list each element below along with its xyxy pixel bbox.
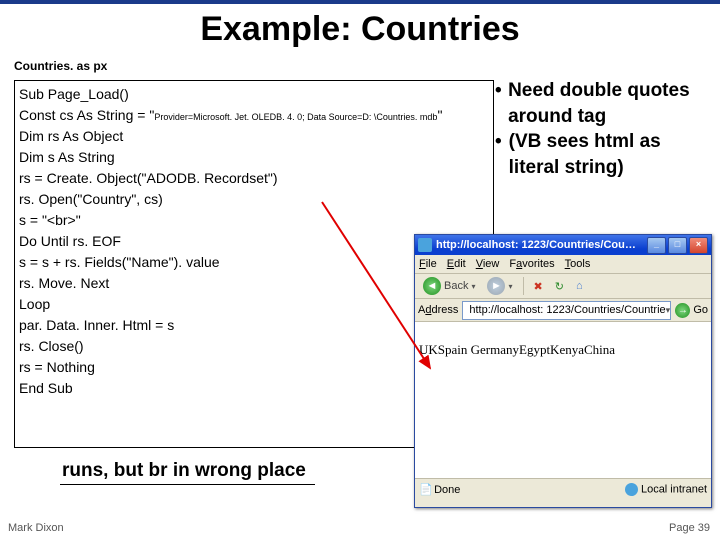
close-button[interactable]: × xyxy=(689,237,708,254)
address-input[interactable]: http://localhost: 1223/Countries/Countri… xyxy=(462,301,671,320)
back-icon: ◄ xyxy=(423,277,441,295)
status-left: 📄 Done xyxy=(419,483,460,496)
go-button[interactable]: → Go xyxy=(675,303,708,318)
back-button[interactable]: ◄ Back ▾ xyxy=(419,276,479,296)
code-line: Const cs As String = "Provider=Microsoft… xyxy=(19,105,489,126)
code-line: Sub Page_Load() xyxy=(19,84,489,105)
menu-view[interactable]: View xyxy=(476,258,500,270)
slide-top-bar xyxy=(0,0,720,4)
browser-statusbar: 📄 Done Local intranet xyxy=(415,478,711,499)
home-icon: ⌂ xyxy=(576,280,583,292)
browser-menubar: File Edit View Favorites Tools xyxy=(415,255,711,274)
code-line: rs. Open("Country", cs) xyxy=(19,189,489,210)
caption-underline xyxy=(60,484,315,485)
address-dropdown-icon[interactable]: ▾ xyxy=(666,305,671,316)
address-url: http://localhost: 1223/Countries/Countri… xyxy=(469,304,665,316)
code-filename-label: Countries. as px xyxy=(14,60,107,73)
browser-title-text: http://localhost: 1223/Countries/Cou… xyxy=(436,239,647,251)
zone-icon xyxy=(625,483,638,496)
code-line: Dim rs As Object xyxy=(19,126,489,147)
code-line: rs = Create. Object("ADODB. Recordset") xyxy=(19,168,489,189)
footer-author: Mark Dixon xyxy=(8,522,64,534)
bullet-dot-icon: • xyxy=(495,78,508,129)
bullet-dot-icon: • xyxy=(495,129,509,180)
bullet-item: • (VB sees html as literal string) xyxy=(495,129,715,180)
menu-favorites[interactable]: Favorites xyxy=(509,258,554,270)
maximize-button[interactable]: □ xyxy=(668,237,687,254)
address-bar: Address http://localhost: 1223/Countries… xyxy=(415,299,711,322)
stop-icon: ✖ xyxy=(534,280,543,293)
page-output: UKSpain GermanyEgyptKenyaChina xyxy=(419,342,615,357)
code-line: s = "<br>" xyxy=(19,210,489,231)
refresh-icon: ↻ xyxy=(555,280,564,293)
bullet-text: Need double quotes around tag xyxy=(508,78,715,129)
footer-page: Page 39 xyxy=(669,522,710,534)
toolbar-separator xyxy=(523,277,524,295)
menu-file[interactable]: File xyxy=(419,258,437,270)
stop-button[interactable]: ✖ xyxy=(530,279,547,294)
bullet-item: • Need double quotes around tag xyxy=(495,78,715,129)
browser-toolbar: ◄ Back ▾ ► ▾ ✖ ↻ ⌂ xyxy=(415,274,711,299)
menu-tools[interactable]: Tools xyxy=(565,258,591,270)
dropdown-icon: ▾ xyxy=(471,282,475,291)
home-button[interactable]: ⌂ xyxy=(572,279,587,293)
bullet-list: • Need double quotes around tag • (VB se… xyxy=(495,78,715,181)
browser-window: http://localhost: 1223/Countries/Cou… _ … xyxy=(414,234,712,508)
minimize-button[interactable]: _ xyxy=(647,237,666,254)
address-label: Address xyxy=(418,304,458,316)
code-line: Dim s As String xyxy=(19,147,489,168)
status-right: Local intranet xyxy=(625,483,707,496)
done-icon: 📄 xyxy=(419,483,431,496)
forward-icon: ► xyxy=(487,277,505,295)
slide-title: Example: Countries xyxy=(0,10,720,49)
browser-content: UKSpain GermanyEgyptKenyaChina xyxy=(415,322,711,478)
dropdown-icon: ▾ xyxy=(508,282,512,291)
bullet-text: (VB sees html as literal string) xyxy=(509,129,715,180)
caption: runs, but br in wrong place xyxy=(58,460,310,482)
go-icon: → xyxy=(675,303,690,318)
ie-icon xyxy=(418,238,432,252)
forward-button[interactable]: ► ▾ xyxy=(483,276,516,296)
refresh-button[interactable]: ↻ xyxy=(551,279,568,294)
browser-titlebar[interactable]: http://localhost: 1223/Countries/Cou… _ … xyxy=(415,235,711,255)
menu-edit[interactable]: Edit xyxy=(447,258,466,270)
